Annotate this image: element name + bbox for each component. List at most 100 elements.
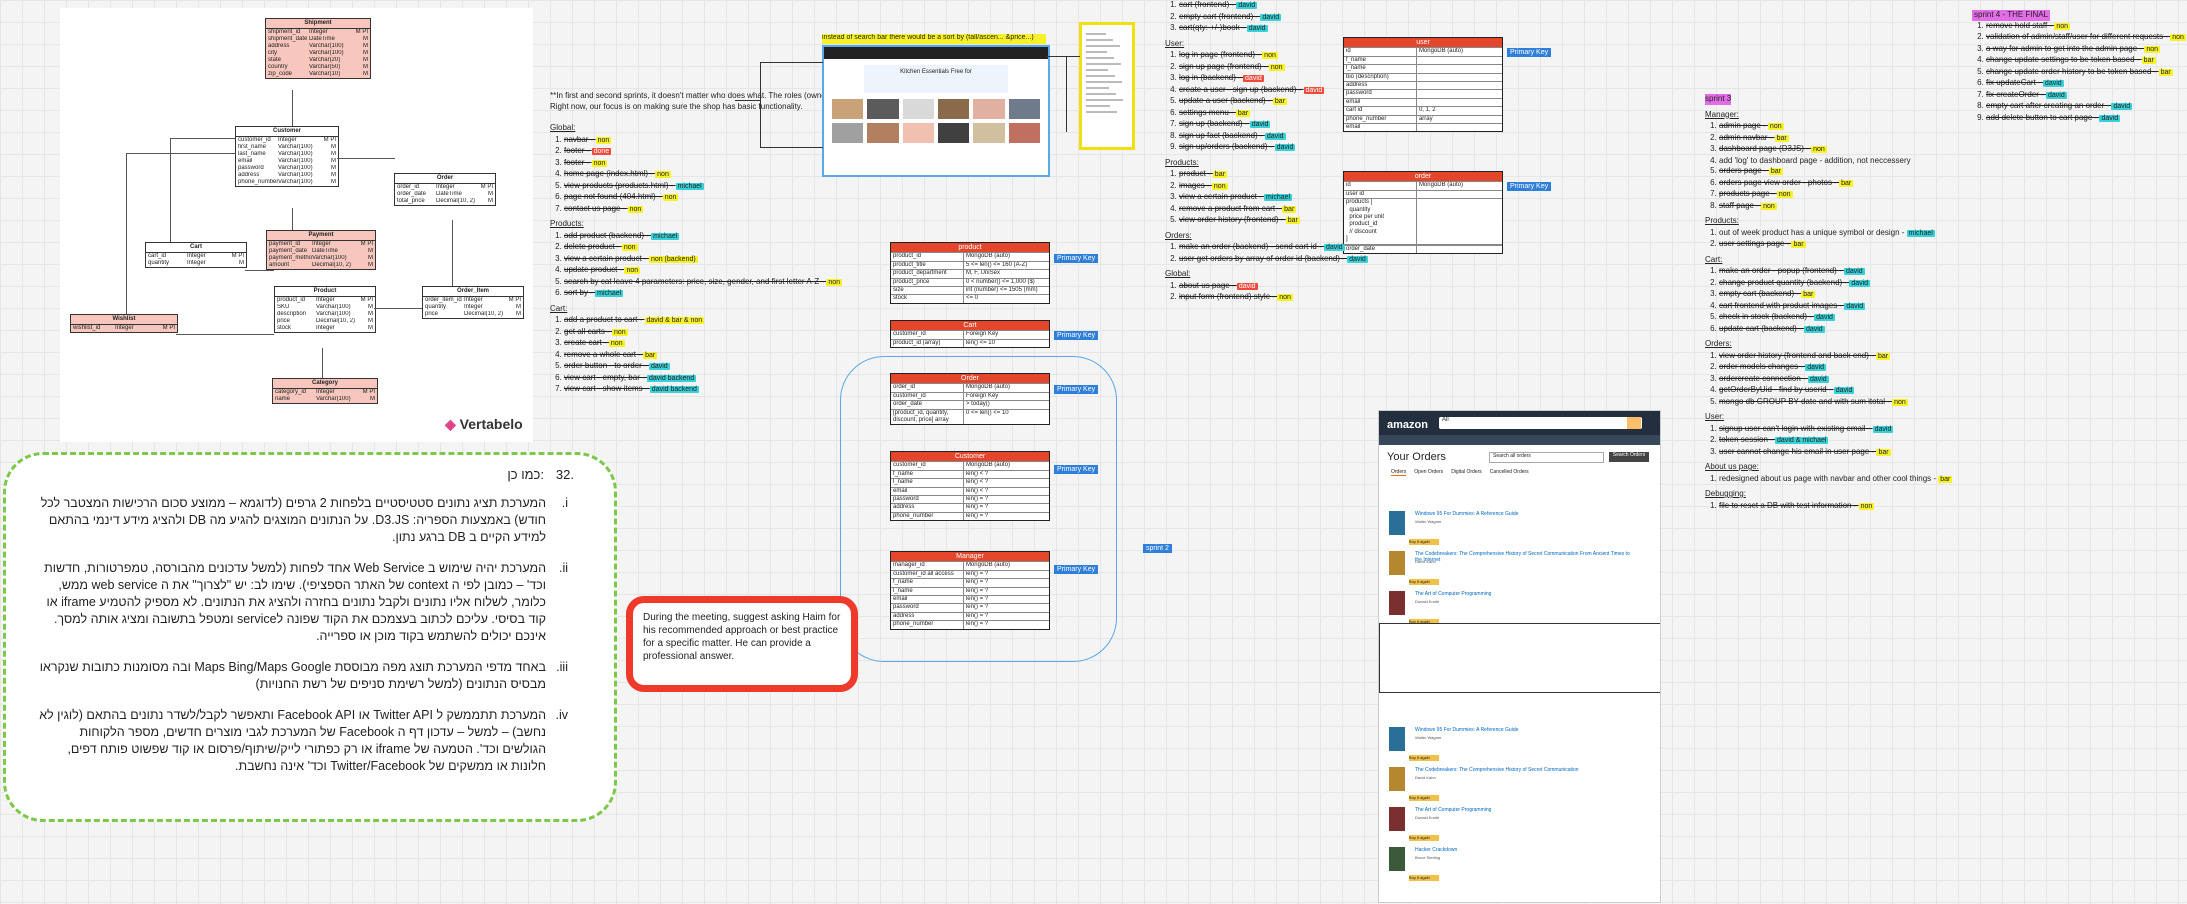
- assignee-tag: michael: [1906, 229, 1935, 237]
- erd-field-cell: email: [238, 158, 253, 164]
- erd-field-cell: city: [268, 50, 277, 56]
- erd-entity-order-item[interactable]: Order_Item order_item_id Integer M PI quanti…: [422, 286, 524, 319]
- erd-field-row: name Varchar(100) M: [273, 396, 377, 403]
- task-item: fix createOrder - david: [1986, 90, 2186, 102]
- hebrew-requirements-card[interactable]: 32. כמו כן: i. המערכת תציג נתונים סטטיסטי…: [3, 452, 617, 822]
- erd-field-cell: M: [331, 172, 336, 178]
- product-thumbnail[interactable]: [867, 123, 899, 143]
- book-cover[interactable]: [1389, 727, 1405, 751]
- erd-diagram-card[interactable]: Shipment shipment_id Integer M PI shipment_d…: [60, 8, 533, 442]
- assignee-tag: non: [1761, 202, 1777, 210]
- erd-entity-title: Shipment: [266, 19, 370, 29]
- book-cover[interactable]: [1389, 847, 1405, 871]
- erd-entity-customer[interactable]: Customer customer_id Integer M PI first_name…: [235, 126, 339, 187]
- buy-again-button[interactable]: Buy it again: [1409, 755, 1439, 761]
- shop-header: [824, 47, 1048, 59]
- order-tab[interactable]: Digital Orders: [1451, 469, 1482, 476]
- task-text: remove a product from cart -: [1179, 203, 1283, 213]
- amazon-orders-screenshot[interactable]: amazon All Your Orders Search all orders…: [1378, 410, 1661, 903]
- erd-connector: [176, 334, 274, 335]
- table-cart[interactable]: Cart customer_id Foreign Key product_id (ar…: [890, 320, 1050, 349]
- task-item: fix updateCart - david: [1986, 78, 2186, 90]
- table-cell: MongoDB (auto): [1418, 48, 1463, 55]
- mobile-menu-line: [1086, 87, 1109, 89]
- assignee-tag: non: [1811, 146, 1827, 153]
- mobile-menu-line: [1086, 81, 1122, 83]
- erd-field-cell: Integer: [115, 325, 134, 331]
- erd-entity-order[interactable]: Order order_id Integer M PI order_date DateTi…: [394, 173, 496, 206]
- erd-entity-product[interactable]: Product product_id Integer M PI SKU Varchar(1…: [274, 286, 376, 333]
- shop-preview-frame[interactable]: Kitchen Essentials Free for: [822, 45, 1050, 177]
- book-title[interactable]: The Codebreakers: The Comprehensive Hist…: [1415, 551, 1635, 563]
- task-text: cart (frontend) -: [1179, 0, 1237, 9]
- yellow-mobile-frame[interactable]: [1079, 22, 1135, 150]
- assignee-tag: bar: [1768, 168, 1783, 175]
- book-title[interactable]: Windows 95 For Dummies: A Reference Guid…: [1415, 511, 1635, 517]
- product-thumbnail[interactable]: [1008, 99, 1040, 119]
- erd-entity-shipment[interactable]: Shipment shipment_id Integer M PI shipment_d…: [265, 18, 371, 79]
- search-orders-button[interactable]: Search Orders: [1609, 452, 1649, 462]
- task-text: view products (products.html) -: [564, 180, 676, 190]
- erd-field-cell: Varchar(100): [316, 396, 351, 402]
- assignee-tag: david: [648, 363, 670, 370]
- arrow-connector: [1046, 56, 1080, 57]
- book-cover[interactable]: [1389, 591, 1405, 615]
- erd-field-cell: Varchar(50): [309, 64, 341, 70]
- erd-field-row: address Varchar(100) M: [266, 43, 370, 50]
- search-icon[interactable]: [1627, 417, 1641, 429]
- amazon-search-bar[interactable]: All: [1439, 417, 1642, 429]
- task-item: out of week product has a unique symbol …: [1719, 228, 1952, 240]
- book-title[interactable]: Windows 95 For Dummies: A Reference Guid…: [1415, 727, 1635, 733]
- buy-again-button[interactable]: Buy it again: [1409, 579, 1439, 585]
- product-thumbnail[interactable]: [1008, 123, 1040, 143]
- table-cell: product_id (array): [891, 339, 964, 348]
- task-text: token session -: [1719, 435, 1776, 444]
- order-tab[interactable]: Cancelled Orders: [1490, 469, 1529, 476]
- erd-entity-cart[interactable]: Cart cart_id Integer M PI quantity Integer M: [145, 242, 247, 268]
- erd-field-row: city Varchar(100) M: [266, 50, 370, 57]
- buy-again-button[interactable]: Buy it again: [1409, 795, 1439, 801]
- erd-entity-payment[interactable]: Payment payment_id Integer M PI payment_date…: [266, 230, 376, 270]
- product-thumbnail[interactable]: [902, 123, 934, 143]
- book-cover[interactable]: [1389, 767, 1405, 791]
- assignee-tag: david: [1274, 144, 1296, 151]
- table-cell: MongoDB (auto): [965, 253, 1010, 260]
- product-thumbnail[interactable]: [832, 99, 864, 119]
- book-title[interactable]: The Codebreakers: The Comprehensive Hist…: [1415, 767, 1635, 773]
- requirement-text: המערכת יהיה שימוש ב Web Service אחד לפחו…: [44, 561, 546, 643]
- product-thumbnail[interactable]: [867, 99, 899, 119]
- product-thumbnail[interactable]: [938, 99, 970, 119]
- buy-again-button[interactable]: Buy it again: [1409, 875, 1439, 881]
- erd-entity-category[interactable]: Category category_id Integer M PI name Varcha…: [272, 378, 378, 404]
- book-title[interactable]: The Art of Computer Programming: [1415, 591, 1635, 597]
- erd-connector: [245, 270, 274, 271]
- tables-group-outline[interactable]: [840, 356, 1117, 662]
- section-title: User:: [1705, 412, 1725, 421]
- erd-entity-wishlist[interactable]: Wishlist wishlist_id Integer M PI: [70, 314, 178, 333]
- book-cover[interactable]: [1389, 551, 1405, 575]
- task-item: create a user - sign up (backend) - davi…: [1179, 85, 1368, 97]
- orders-search-input[interactable]: Search all orders: [1489, 452, 1604, 463]
- erd-field-row: price Decimal(10, 2) M: [275, 318, 375, 325]
- order-tab[interactable]: Open Orders: [1414, 469, 1443, 476]
- erd-field-cell: country: [268, 64, 288, 70]
- meeting-note: During the meeting, suggest asking Haim …: [626, 596, 858, 692]
- buy-again-button[interactable]: Buy it again: [1409, 539, 1439, 545]
- buy-again-button[interactable]: Buy it again: [1409, 835, 1439, 841]
- book-title[interactable]: Hacker Crackdown: [1415, 847, 1635, 853]
- order-tab[interactable]: Orders: [1391, 469, 1407, 476]
- book-cover[interactable]: [1389, 511, 1405, 535]
- erd-field-row: country Varchar(50) M: [266, 64, 370, 71]
- table-product[interactable]: product product_id MongoDB (auto) product_t…: [890, 242, 1050, 304]
- product-thumbnail[interactable]: [973, 99, 1005, 119]
- task-item: add delete button to cart page - david: [1986, 113, 2186, 125]
- product-thumbnail[interactable]: [938, 123, 970, 143]
- book-title[interactable]: The Art of Computer Programming: [1415, 807, 1635, 813]
- book-author: Donald Knuth: [1415, 599, 1440, 604]
- task-text: about us page -: [1179, 280, 1237, 290]
- product-thumbnail[interactable]: [973, 123, 1005, 143]
- product-thumbnail[interactable]: [902, 99, 934, 119]
- book-cover[interactable]: [1389, 807, 1405, 831]
- erd-field-cell: payment_date: [269, 248, 308, 254]
- requirement-number: iv.: [555, 708, 568, 722]
